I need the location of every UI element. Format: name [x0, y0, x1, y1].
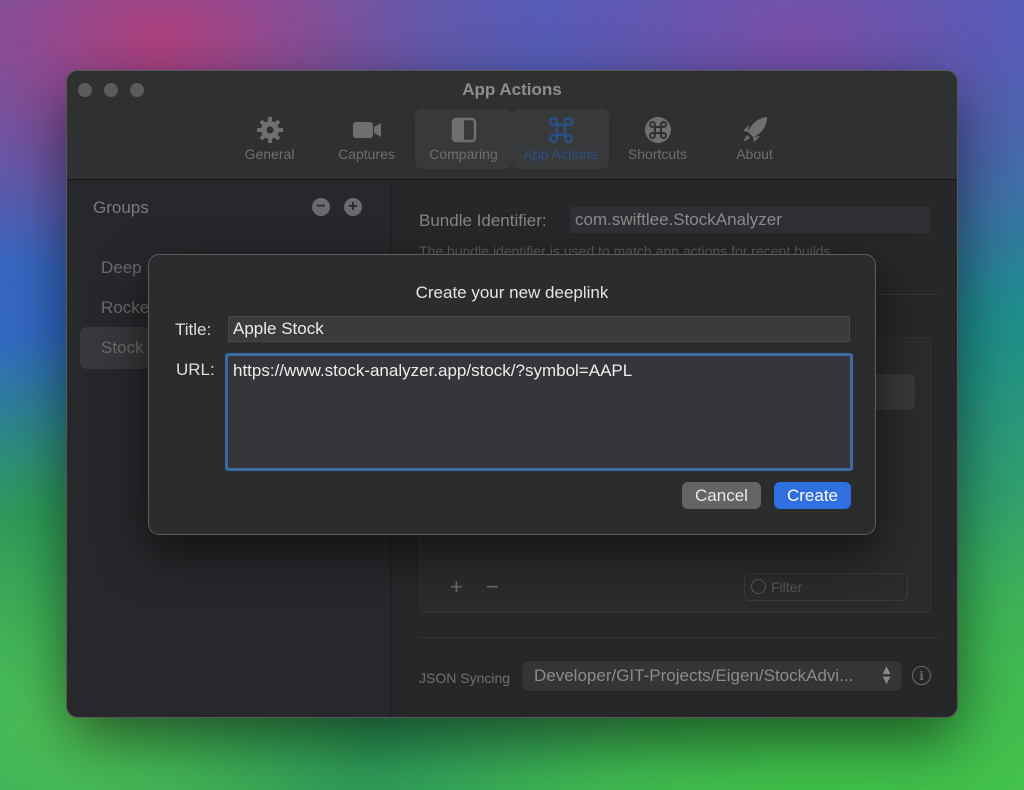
title-input[interactable] — [228, 316, 850, 342]
command-icon — [548, 116, 573, 144]
groups-title: Groups — [93, 198, 149, 217]
title-label: Title: — [175, 320, 212, 339]
tab-app-actions-label: App Actions — [523, 146, 598, 162]
tab-shortcuts-label: Shortcuts — [627, 146, 688, 162]
bundle-identifier-label: Bundle Identifier: — [419, 211, 547, 230]
sidebar-item-deeplinks[interactable]: Deep — [101, 258, 142, 278]
url-label: URL: — [176, 360, 215, 379]
window-title: App Actions — [462, 80, 562, 99]
dialog-title: Create your new deeplink — [415, 283, 609, 302]
tab-about-label: About — [736, 146, 773, 162]
json-syncing-path: Developer/GIT-Projects/Eigen/StockAdvi..… — [534, 666, 854, 685]
tab-app-actions[interactable]: App Actions — [512, 109, 609, 169]
cancel-button[interactable]: Cancel — [682, 482, 761, 509]
rocket-icon — [742, 117, 767, 142]
tab-general[interactable]: General — [221, 109, 318, 169]
url-input[interactable]: https://www.stock-analyzer.app/stock/?sy… — [225, 353, 853, 471]
gear-icon — [256, 117, 283, 143]
filter-placeholder: Filter — [771, 579, 803, 595]
create-deeplink-dialog: Create your new deeplink Title: URL: htt… — [148, 254, 876, 535]
info-icon[interactable]: i — [912, 666, 931, 685]
divider — [419, 637, 937, 638]
minus-icon: − — [316, 198, 326, 215]
split-view-icon — [451, 117, 476, 143]
json-syncing-path-select[interactable]: Developer/GIT-Projects/Eigen/StockAdvi..… — [523, 661, 901, 691]
remove-group-button[interactable]: − — [312, 198, 330, 216]
add-action-button[interactable]: + — [450, 574, 463, 600]
tab-general-label: General — [244, 146, 295, 162]
add-group-button[interactable]: + — [344, 198, 362, 216]
json-syncing-label: JSON Syncing — [419, 670, 511, 686]
tab-comparing-label: Comparing — [429, 146, 498, 162]
title-bar: App Actions General Captures Comparing A… — [67, 71, 957, 180]
sidebar-item-stock[interactable]: Stock — [101, 338, 144, 358]
tab-comparing[interactable]: Comparing — [415, 109, 512, 169]
command-circle-icon — [644, 117, 671, 143]
preferences-toolbar: General Captures Comparing App Actions S… — [67, 109, 957, 169]
tab-shortcuts[interactable]: Shortcuts — [609, 109, 706, 169]
video-camera-icon — [352, 122, 381, 138]
tab-captures[interactable]: Captures — [318, 109, 415, 169]
filter-icon — [751, 579, 766, 594]
remove-action-button[interactable]: − — [486, 574, 499, 600]
filter-field[interactable]: Filter — [744, 573, 908, 601]
chevron-up-down-icon: ▲ ▼ — [880, 662, 893, 687]
tab-about[interactable]: About — [706, 109, 803, 169]
sidebar-item-rocket[interactable]: Rocke — [101, 298, 149, 318]
plus-icon: + — [348, 198, 358, 215]
bundle-identifier-field[interactable]: com.swiftlee.StockAnalyzer — [570, 207, 930, 233]
create-button[interactable]: Create — [774, 482, 851, 509]
tab-captures-label: Captures — [338, 146, 395, 162]
